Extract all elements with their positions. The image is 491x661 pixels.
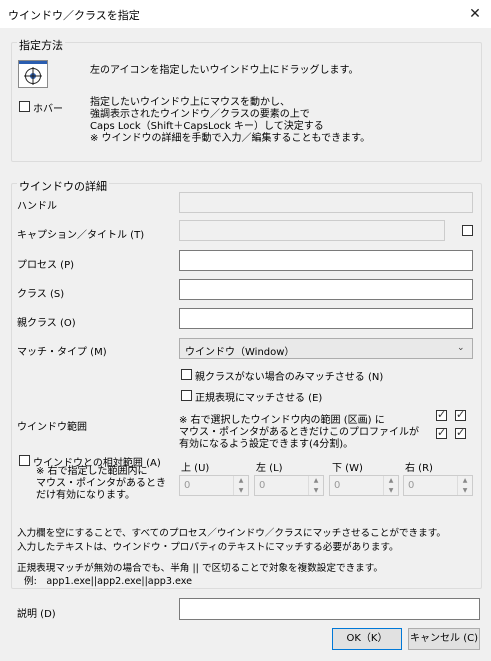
bottom-value: 0: [334, 480, 341, 491]
window-range-note: ※ 右で選択したウインドウ内の範囲 (区画) に マウス・ポインタがあるときだけ…: [179, 415, 419, 450]
left-spinner: 0 ▲ ▼: [254, 475, 324, 496]
description-field[interactable]: [179, 598, 480, 620]
spinner-arrows-icon: ▲ ▼: [383, 476, 398, 495]
parent-class-label: 親クラス (O): [17, 318, 76, 329]
no-parent-only-checkbox[interactable]: [181, 369, 192, 380]
window-range-label: ウインドウ範囲: [17, 422, 87, 433]
parent-class-field[interactable]: [179, 308, 473, 329]
hover-checkbox[interactable]: [19, 101, 30, 112]
quadrant-bottom-right-checkbox[interactable]: [455, 426, 466, 439]
top-label: 上 (U): [181, 463, 210, 474]
ok-button-label: OK（K）: [346, 633, 388, 644]
regex-checkbox[interactable]: [181, 390, 192, 401]
regex-label[interactable]: 正規表現にマッチさせる (E): [195, 389, 322, 404]
match-type-select[interactable]: ウインドウ（Window） ⌄: [179, 338, 473, 359]
specify-method-legend: 指定方法: [17, 37, 65, 53]
close-icon[interactable]: ✕: [466, 5, 484, 23]
quadrant-bottom-left-checkbox[interactable]: [436, 426, 447, 439]
right-spinner: 0 ▲ ▼: [403, 475, 473, 496]
handle-field: [179, 192, 473, 213]
spinner-arrows-icon: ▲ ▼: [233, 476, 248, 495]
left-label: 左 (L): [256, 463, 283, 474]
ok-button[interactable]: OK（K）: [332, 628, 402, 650]
chevron-down-icon: ⌄: [457, 343, 465, 353]
bottom-spinner: 0 ▲ ▼: [329, 475, 399, 496]
right-value: 0: [408, 480, 415, 491]
match-type-label: マッチ・タイプ (M): [17, 347, 107, 358]
left-value: 0: [259, 480, 266, 491]
hover-instructions: 指定したいウインドウ上にマウスを動かし、 強調表示されたウインドウ／クラスの要素…: [90, 97, 371, 144]
example-text: 例: app1.exe||app2.exe||app3.exe: [24, 576, 193, 587]
relative-range-note: ※ 右で指定した範囲内に マウス・ポインタがあるとき だけ有効になります。: [36, 466, 166, 501]
top-value: 0: [184, 480, 191, 491]
right-label: 右 (R): [405, 463, 433, 474]
title-bar: ウインドウ／クラスを指定 ✕: [0, 0, 491, 28]
no-parent-only-label[interactable]: 親クラスがない場合のみマッチさせる (N): [195, 368, 383, 383]
match-info-text: 入力欄を空にすることで、すべてのプロセス／ウインドウ／クラスにマッチさせることが…: [17, 528, 446, 553]
match-type-value: ウインドウ（Window）: [185, 347, 295, 358]
handle-label: ハンドル: [17, 201, 57, 212]
regex-info-text: 正規表現マッチが無効の場合でも、半角 || で区切ることで対象を複数設定できます…: [17, 563, 383, 574]
cancel-button-label: キャンセル (C): [410, 633, 478, 644]
bottom-label: 下 (W): [332, 463, 363, 474]
relative-range-checkbox[interactable]: [19, 455, 30, 466]
drag-instruction: 左のアイコンを指定したいウインドウ上にドラッグします。: [90, 65, 359, 76]
crosshair-target-icon[interactable]: [18, 60, 48, 88]
class-field[interactable]: [179, 279, 473, 300]
process-label: プロセス (P): [17, 260, 75, 271]
quadrant-top-left-checkbox[interactable]: [436, 408, 447, 421]
spinner-arrows-icon: ▲ ▼: [308, 476, 323, 495]
window-details-legend: ウインドウの詳細: [17, 178, 109, 194]
description-label: 説明 (D): [17, 609, 56, 620]
process-field[interactable]: [179, 250, 473, 271]
caption-checkbox[interactable]: [462, 225, 473, 236]
caption-field: [179, 220, 445, 241]
caption-label: キャプション／タイトル (T): [17, 230, 145, 241]
hover-label[interactable]: ホバー: [33, 100, 63, 115]
window-title: ウインドウ／クラスを指定: [8, 9, 140, 22]
cancel-button[interactable]: キャンセル (C): [408, 628, 480, 650]
top-spinner: 0 ▲ ▼: [179, 475, 249, 496]
spinner-arrows-icon: ▲ ▼: [457, 476, 472, 495]
class-label: クラス (S): [17, 289, 65, 300]
quadrant-top-right-checkbox[interactable]: [455, 408, 466, 421]
